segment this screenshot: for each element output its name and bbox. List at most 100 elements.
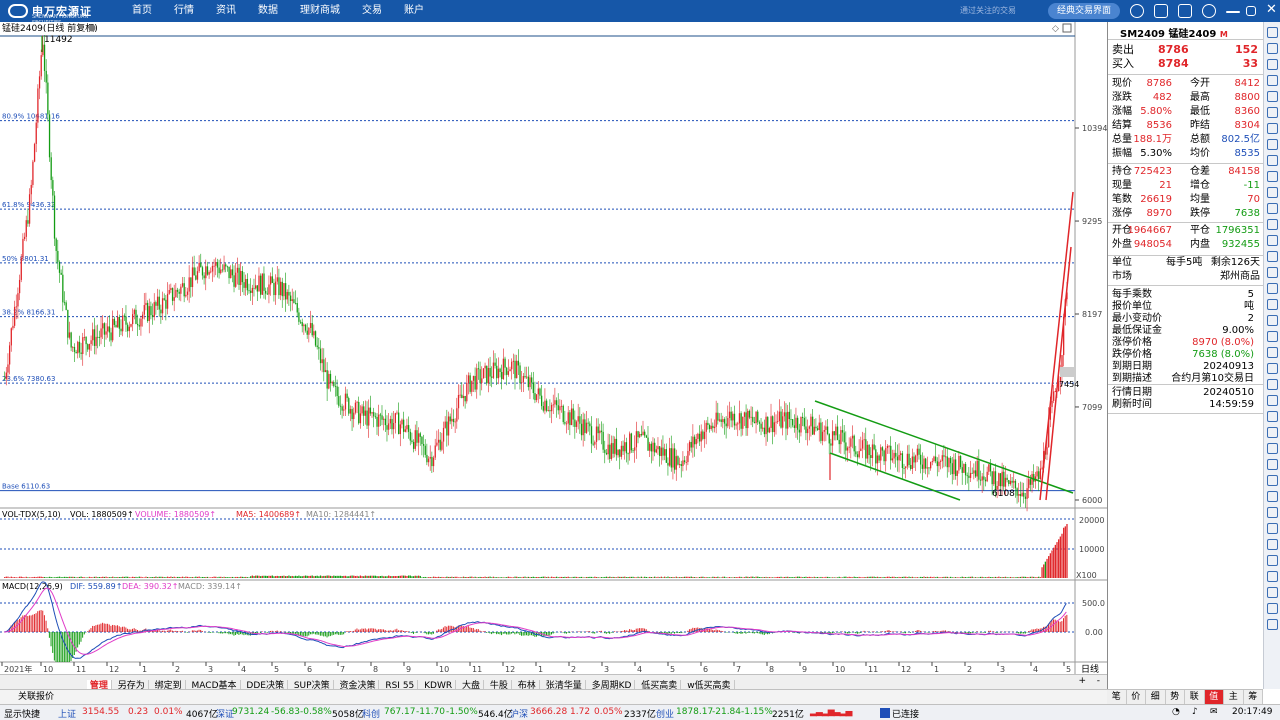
tool-icon[interactable] xyxy=(1267,171,1278,182)
volume-bar xyxy=(1011,577,1013,578)
tool-icon[interactable] xyxy=(1267,139,1278,150)
qtab-link[interactable]: 联 xyxy=(1185,690,1205,704)
tool-icon[interactable] xyxy=(1267,347,1278,358)
volume-bar xyxy=(306,575,308,578)
tool-icon[interactable] xyxy=(1267,523,1278,534)
classic-trade-button[interactable]: 经典交易界面 xyxy=(1048,3,1120,19)
qtab-trend[interactable]: 势 xyxy=(1166,690,1185,704)
tool-icon[interactable] xyxy=(1267,251,1278,262)
nav-trade[interactable]: 交易 xyxy=(362,0,382,22)
tool-icon[interactable] xyxy=(1267,123,1278,134)
nav-news[interactable]: 资讯 xyxy=(216,0,236,22)
tool-icon[interactable] xyxy=(1267,283,1278,294)
sound-icon[interactable]: ♪ xyxy=(1192,707,1198,717)
tool-icon[interactable] xyxy=(1267,75,1278,86)
tool-icon[interactable] xyxy=(1267,59,1278,70)
volume-bar xyxy=(364,575,367,578)
candle-body xyxy=(946,456,948,468)
maximize-icon[interactable] xyxy=(1246,6,1256,16)
tool-icon[interactable] xyxy=(1267,331,1278,342)
cy-label[interactable]: 创业 xyxy=(656,707,674,720)
tool-icon[interactable] xyxy=(1267,587,1278,598)
volume-bar xyxy=(12,577,14,578)
tool-icon[interactable] xyxy=(1267,475,1278,486)
kc-label[interactable]: 科创 xyxy=(362,707,380,720)
close-icon[interactable]: ✕ xyxy=(1266,3,1280,17)
tool-icon[interactable] xyxy=(1267,315,1278,326)
candle-body xyxy=(299,321,302,323)
tool-icon[interactable] xyxy=(1267,619,1278,630)
theme-icon[interactable] xyxy=(1130,4,1144,18)
tool-icon[interactable] xyxy=(1267,187,1278,198)
tool-icon[interactable] xyxy=(1267,571,1278,582)
minimize-icon[interactable] xyxy=(1226,11,1240,13)
tool-icon[interactable] xyxy=(1267,107,1278,118)
chart-area[interactable]: 锰硅2409(日线 前复权) ◇ 80.9% 10481.16 61.8% 943… xyxy=(0,22,1107,689)
tool-icon[interactable] xyxy=(1267,299,1278,310)
qtab-value[interactable]: 值 xyxy=(1204,690,1224,704)
candle-body xyxy=(974,470,977,477)
tool-icon[interactable] xyxy=(1267,411,1278,422)
settings-icon[interactable] xyxy=(1202,4,1216,18)
volume-bar xyxy=(27,577,29,578)
qtab-detail[interactable]: 细 xyxy=(1146,690,1166,704)
candle-body xyxy=(58,261,61,273)
nav-home[interactable]: 首页 xyxy=(132,0,152,22)
refresh-value: 14:59:59 xyxy=(1209,399,1254,410)
zoom-out-icon[interactable]: - xyxy=(1094,675,1103,688)
candle-body xyxy=(326,370,328,389)
kline-chart[interactable]: 锰硅2409(日线 前复权) ◇ 80.9% 10481.1661.8% 943… xyxy=(0,22,1107,674)
tool-icon[interactable] xyxy=(1267,603,1278,614)
tool-icon[interactable] xyxy=(1267,363,1278,374)
headset-icon[interactable] xyxy=(1154,4,1168,18)
tool-icon[interactable] xyxy=(1267,395,1278,406)
tool-icon[interactable] xyxy=(1267,155,1278,166)
tool-icon[interactable] xyxy=(1267,27,1278,38)
qtab-main[interactable]: 主 xyxy=(1224,690,1244,704)
candle-body xyxy=(1046,447,1048,455)
qtab-price[interactable]: 价 xyxy=(1127,690,1146,704)
tool-icon[interactable] xyxy=(1267,267,1278,278)
nav-data[interactable]: 数据 xyxy=(258,0,278,22)
nav-wealth[interactable]: 理财商城 xyxy=(300,0,340,22)
sh-label[interactable]: 上证 xyxy=(58,707,76,720)
tool-icon[interactable] xyxy=(1267,219,1278,230)
volume-bar xyxy=(926,576,928,578)
nav-quotes[interactable]: 行情 xyxy=(174,0,194,22)
message-icon[interactable]: ✉ xyxy=(1210,707,1218,717)
tool-icon[interactable] xyxy=(1267,43,1278,54)
tool-icon[interactable] xyxy=(1267,555,1278,566)
macd-bar xyxy=(235,632,237,636)
tool-icon[interactable] xyxy=(1267,491,1278,502)
candle-body xyxy=(190,277,192,288)
qtab-trades[interactable]: 笔 xyxy=(1107,690,1127,704)
tool-icon[interactable] xyxy=(1267,459,1278,470)
hs-label[interactable]: 沪深 xyxy=(510,707,528,720)
candle-body xyxy=(161,298,164,314)
tool-icon[interactable] xyxy=(1267,507,1278,518)
volume-bar xyxy=(1006,577,1008,578)
qtab-chips[interactable]: 筹 xyxy=(1244,690,1263,704)
macd-bar xyxy=(564,632,566,634)
macd-bar xyxy=(161,630,163,632)
tool-icon[interactable] xyxy=(1267,427,1278,438)
linked-quote-label[interactable]: 关联报价 xyxy=(0,692,54,702)
tool-icon[interactable] xyxy=(1267,91,1278,102)
shortcut-label[interactable]: 显示快捷 xyxy=(4,707,40,720)
tool-icon[interactable] xyxy=(1267,539,1278,550)
volume-bar xyxy=(195,576,197,578)
zoom-in-icon[interactable]: + xyxy=(1075,675,1089,688)
volume-bar xyxy=(740,576,742,578)
candle-body xyxy=(526,376,528,378)
lock-icon[interactable]: ◔ xyxy=(1172,707,1180,717)
macd-bar xyxy=(32,614,34,632)
nav-account[interactable]: 账户 xyxy=(404,0,424,22)
tool-icon[interactable] xyxy=(1267,379,1278,390)
mail-icon[interactable] xyxy=(1178,4,1192,18)
volume-bar xyxy=(572,576,574,578)
candle-body xyxy=(198,262,200,272)
tool-icon[interactable] xyxy=(1267,235,1278,246)
candle-body xyxy=(185,294,187,297)
tool-icon[interactable] xyxy=(1267,443,1278,454)
tool-icon[interactable] xyxy=(1267,203,1278,214)
